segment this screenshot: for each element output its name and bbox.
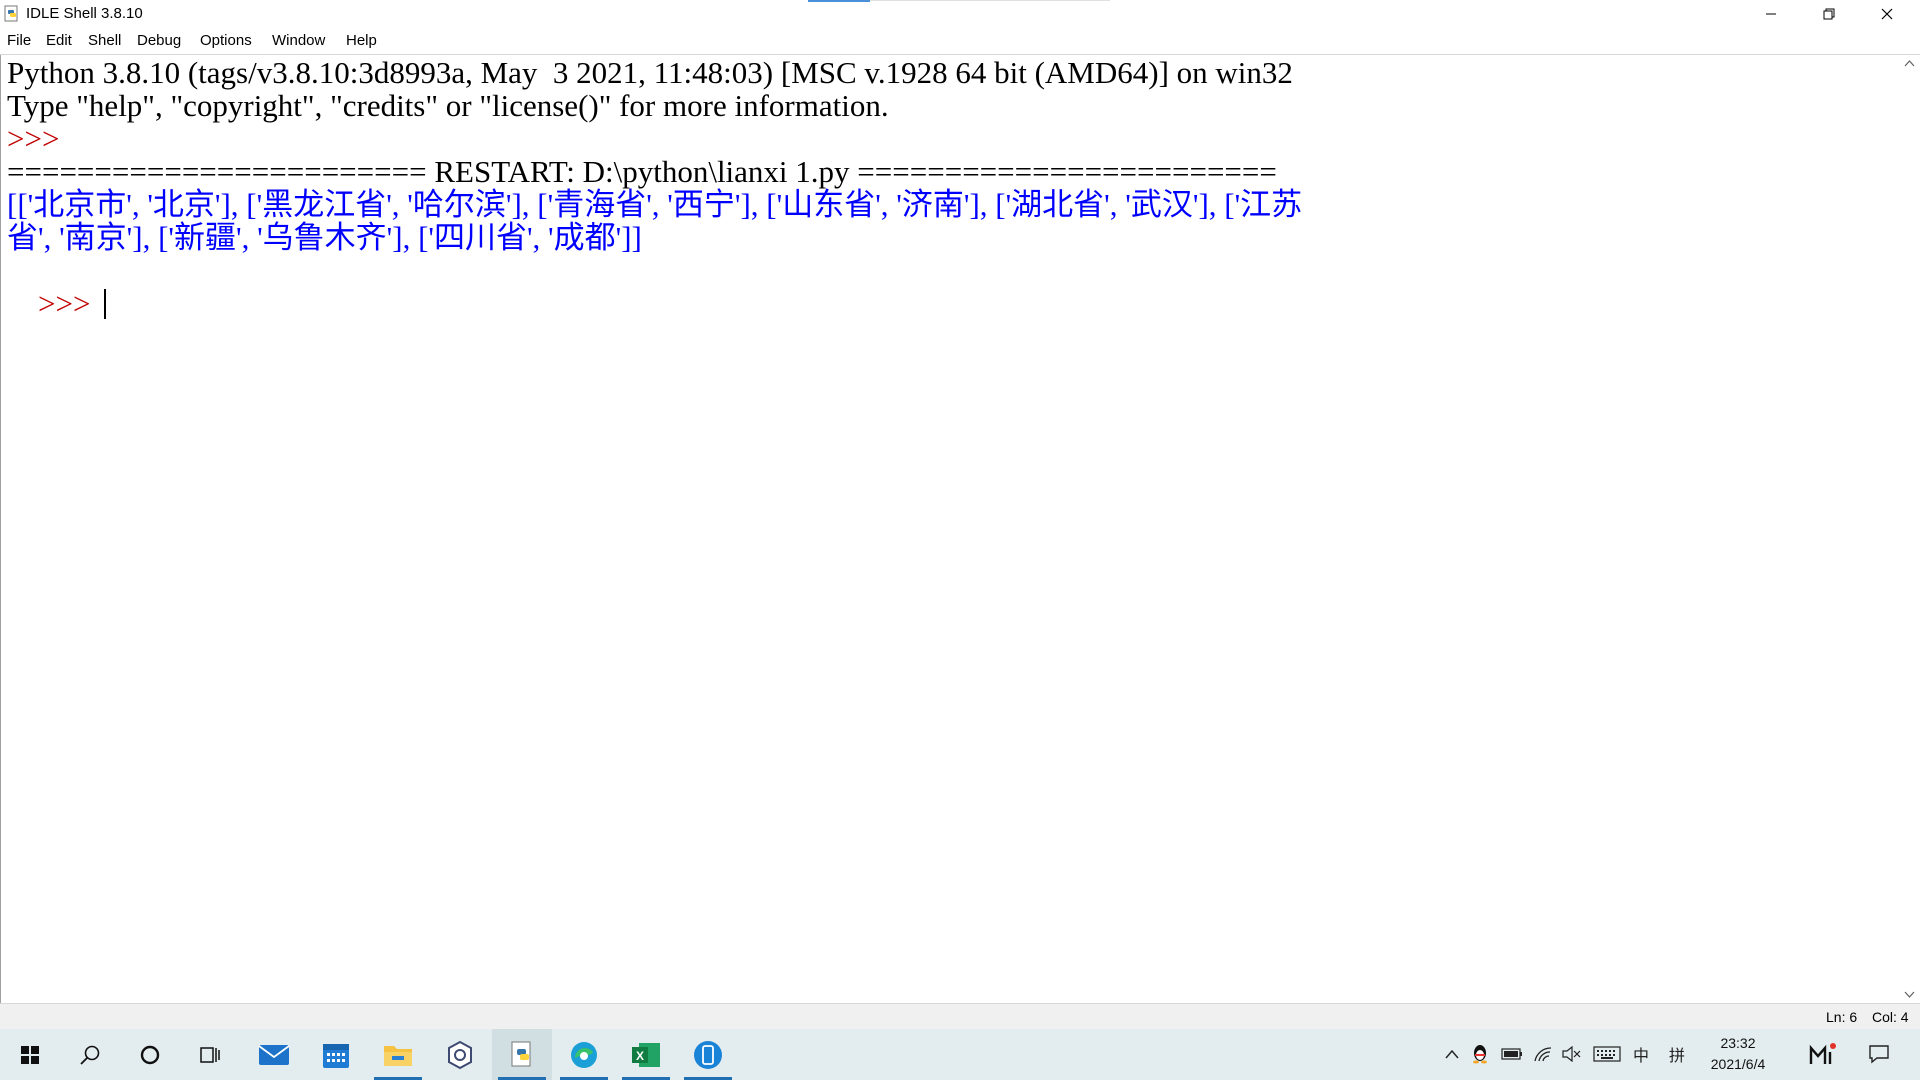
notification-icon	[1869, 1045, 1889, 1064]
ime-language-button[interactable]: 中	[1630, 1043, 1652, 1065]
notification-center-button[interactable]	[1866, 1043, 1892, 1065]
output-line-wrapped: 省', '南京'], ['新疆', '乌鲁木齐'], ['四川省', '成都']…	[7, 220, 642, 255]
volume-button[interactable]	[1560, 1043, 1582, 1065]
python-idle-icon	[511, 1041, 531, 1066]
clock-date: 2021/6/4	[1710, 1056, 1766, 1072]
shell-prompt: >>>	[7, 121, 60, 156]
python-idle-app-icon[interactable]	[3, 5, 21, 23]
minimize-button[interactable]	[1742, 0, 1800, 28]
active-prompt-line[interactable]: >>>	[7, 254, 107, 320]
shell-prompt: >>>	[38, 286, 91, 321]
title-accent-line	[808, 0, 870, 2]
restore-button[interactable]	[1800, 0, 1858, 28]
edge-browser-button[interactable]	[554, 1029, 614, 1080]
ime-mode-button[interactable]: 拼	[1666, 1043, 1688, 1065]
close-icon	[1881, 8, 1893, 20]
meet-app-button[interactable]	[1808, 1043, 1838, 1065]
line-number: Ln: 6	[1826, 1009, 1858, 1025]
start-button[interactable]	[0, 1029, 60, 1080]
wifi-icon	[1534, 1047, 1552, 1062]
start-icon	[21, 1045, 39, 1064]
settings-app-icon	[448, 1040, 472, 1069]
menu-bar: File Edit Shell Debug Options Window Hel…	[0, 28, 1920, 55]
wifi-button[interactable]	[1532, 1043, 1554, 1065]
battery-button[interactable]	[1500, 1043, 1524, 1065]
title-bar: IDLE Shell 3.8.10	[0, 0, 1920, 28]
menu-edit[interactable]: Edit	[46, 32, 72, 49]
menu-help[interactable]: Help	[346, 32, 377, 49]
keyboard-icon	[1593, 1046, 1621, 1062]
menu-window[interactable]: Window	[272, 32, 325, 49]
chevron-up-icon	[1445, 1049, 1459, 1059]
task-view-icon	[200, 1046, 220, 1063]
calendar-icon	[323, 1043, 349, 1068]
shell-text-area[interactable]: Python 3.8.10 (tags/v3.8.10:3d8993a, May…	[0, 55, 1900, 1003]
settings-app-button[interactable]	[430, 1029, 490, 1080]
banner-version-line: Python 3.8.10 (tags/v3.8.10:3d8993a, May…	[7, 55, 1293, 90]
file-explorer-button[interactable]	[368, 1029, 428, 1080]
clock-time: 23:32	[1720, 1035, 1756, 1051]
phone-app-button[interactable]	[678, 1029, 738, 1080]
taskbar: X 中 拼 23:32 2021/6/4	[0, 1029, 1920, 1080]
mail-icon	[258, 1044, 290, 1065]
column-number: Col: 4	[1872, 1009, 1909, 1025]
excel-icon: X	[632, 1042, 660, 1067]
volume-muted-icon	[1562, 1046, 1581, 1062]
svg-text:X: X	[636, 1049, 644, 1063]
text-cursor	[104, 289, 107, 319]
menu-shell[interactable]: Shell	[88, 32, 121, 49]
battery-icon	[1501, 1048, 1522, 1060]
folder-icon	[384, 1045, 412, 1066]
menu-file[interactable]: File	[7, 32, 31, 49]
status-bar: Ln: 6 Col: 4	[0, 1003, 1920, 1030]
search-button[interactable]	[60, 1029, 120, 1080]
touch-keyboard-button[interactable]	[1592, 1043, 1622, 1065]
scroll-down-icon[interactable]	[1904, 991, 1915, 999]
phone-app-icon	[694, 1040, 722, 1069]
vertical-scrollbar[interactable]	[1899, 55, 1920, 1003]
banner-help-line: Type "help", "copyright", "credits" or "…	[7, 88, 889, 123]
python-idle-taskbar-button[interactable]	[492, 1029, 552, 1080]
mail-app-button[interactable]	[244, 1029, 304, 1080]
edge-icon	[571, 1041, 597, 1068]
qq-penguin-icon	[1473, 1045, 1487, 1064]
menu-debug[interactable]: Debug	[137, 32, 181, 49]
output-line: [['北京市', '北京'], ['黑龙江省', '哈尔滨'], ['青海省',…	[7, 187, 1303, 222]
restore-icon	[1823, 8, 1835, 20]
title-accent-line-faint	[870, 0, 1110, 1]
excel-button[interactable]: X	[616, 1029, 676, 1080]
scroll-up-icon[interactable]	[1904, 59, 1915, 67]
show-hidden-icons-button[interactable]	[1444, 1043, 1460, 1065]
search-icon	[80, 1045, 100, 1065]
minimize-icon	[1766, 13, 1776, 15]
menu-options[interactable]: Options	[200, 32, 252, 49]
cortana-button[interactable]	[120, 1029, 180, 1080]
task-view-button[interactable]	[180, 1029, 240, 1080]
close-button[interactable]	[1858, 0, 1916, 28]
calendar-app-button[interactable]	[306, 1029, 366, 1080]
meet-app-icon	[1809, 1043, 1836, 1064]
cortana-icon	[140, 1045, 160, 1064]
qq-tray-button[interactable]	[1470, 1043, 1490, 1065]
window-title: IDLE Shell 3.8.10	[26, 5, 143, 22]
restart-line: ======================== RESTART: D:\pyt…	[7, 154, 1277, 189]
clock[interactable]: 23:32 2021/6/4	[1696, 1033, 1780, 1075]
